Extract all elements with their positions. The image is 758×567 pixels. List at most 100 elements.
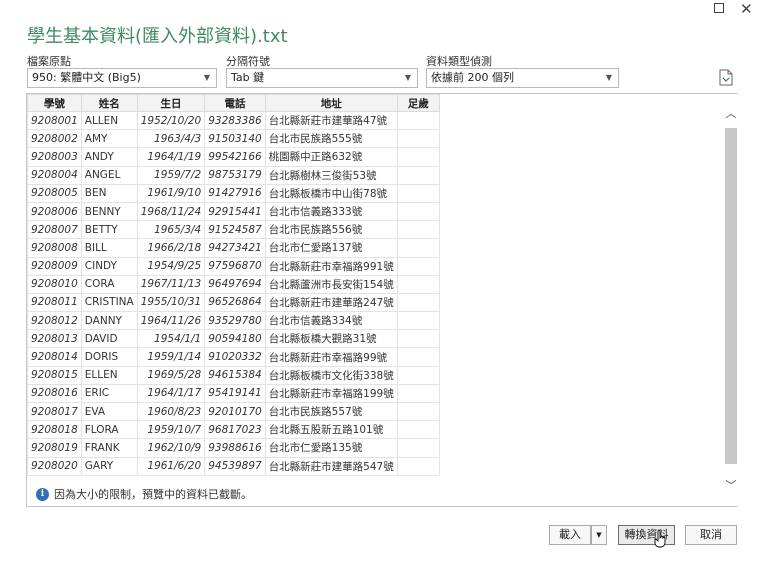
student-id-cell: 9208018 [27, 420, 82, 440]
table-row: 9208001 ALLEN 1952/10/20 93283386 台北縣新莊市建華路4… [27, 110, 440, 131]
address-cell: 台北縣蘆洲市長安街154號 [264, 274, 398, 294]
load-options-button[interactable]: ▼ [591, 525, 607, 545]
table-header-row: 學號 姓名 生日 電話 地址 足歲 [27, 94, 440, 112]
address-cell: 台北縣五股新五路101號 [264, 420, 398, 440]
transform-data-button[interactable]: 轉換資料 [618, 525, 675, 545]
preview-table: 學號 姓名 生日 電話 地址 足歲 9208001 ALLEN 1952/10/20… [27, 94, 440, 476]
table-row: 9208012 DANNY 1964/11/26 93529780 台北市信義路334號 [27, 311, 440, 331]
address-cell: 台北市仁愛路137號 [264, 238, 398, 258]
age-cell [396, 365, 440, 385]
address-cell: 台北市民族路557號 [264, 401, 398, 422]
address-cell: 桃園縣中正路632號 [264, 147, 398, 167]
type-detection-select[interactable]: 依據前 200 個列 ▼ [426, 68, 619, 88]
load-button[interactable]: 載入 [549, 525, 591, 545]
chevron-down-icon: ▼ [605, 73, 612, 82]
phone-cell: 96526864 [204, 292, 266, 313]
table-row: 9208005 BEN 1961/9/10 91427916 台北縣板橋市中山街78號 [27, 183, 440, 203]
address-cell: 台北市民族路555號 [264, 129, 398, 149]
age-cell [396, 183, 440, 203]
phone-cell: 91503140 [204, 129, 266, 149]
delimiter-select[interactable]: Tab 鍵 ▼ [226, 68, 418, 88]
name-cell: ANGEL [80, 165, 138, 185]
table-row: 9208019 FRANK 1962/10/9 93988616 台北市仁愛路135號 [27, 438, 440, 458]
address-cell: 台北縣板橋市中山街78號 [264, 183, 398, 203]
phone-cell: 93529780 [204, 311, 266, 331]
birthday-cell: 1964/1/19 [136, 147, 206, 167]
birthday-cell: 1960/8/23 [136, 401, 206, 422]
address-cell: 台北市民族路556號 [264, 220, 398, 240]
column-header: 地址 [264, 94, 398, 112]
age-cell [396, 129, 440, 149]
phone-cell: 93988616 [204, 438, 266, 458]
birthday-cell: 1962/10/9 [136, 438, 206, 458]
age-cell [396, 456, 440, 476]
birthday-cell: 1954/1/1 [136, 329, 206, 349]
file-origin-select[interactable]: 950: 繁體中文 (Big5) ▼ [27, 68, 217, 88]
birthday-cell: 1961/9/10 [136, 183, 206, 203]
address-cell: 台北縣樹林三俊街53號 [264, 165, 398, 185]
table-row: 9208004 ANGEL 1959/7/2 98753179 台北縣樹林三俊街53號 [27, 165, 440, 185]
student-id-cell: 9208019 [27, 438, 82, 458]
table-body: 9208001 ALLEN 1952/10/20 93283386 台北縣新莊市建華路4… [27, 110, 440, 476]
address-cell: 台北縣新莊市幸福路991號 [264, 256, 398, 276]
column-header: 姓名 [80, 94, 138, 112]
phone-cell: 98753179 [204, 165, 266, 185]
table-row: 9208014 DORIS 1959/1/14 91020332 台北縣新莊市幸福路99… [27, 347, 440, 367]
age-cell [396, 311, 440, 331]
age-cell [396, 201, 440, 222]
name-cell: DAVID [80, 329, 138, 349]
maximize-icon [714, 3, 724, 13]
student-id-cell: 9208007 [27, 220, 82, 240]
dialog-title: 學生基本資料(匯入外部資料).txt [27, 26, 288, 47]
cancel-button[interactable]: 取消 [685, 525, 737, 545]
table-row: 9208008 BILL 1966/2/18 94273421 台北市仁愛路137號 [27, 238, 440, 258]
student-id-cell: 9208005 [27, 183, 82, 203]
maximize-button[interactable] [714, 1, 724, 17]
table-row: 9208006 BENNY 1968/11/24 92915441 台北市信義路333號 [27, 201, 440, 222]
address-cell: 台北縣板橋市文化街338號 [264, 365, 398, 385]
phone-cell: 91020332 [204, 347, 266, 367]
birthday-cell: 1965/3/4 [136, 220, 206, 240]
vertical-scrollbar[interactable]: ︿ ﹀ [724, 94, 738, 506]
name-cell: BILL [80, 238, 138, 258]
phone-cell: 92915441 [204, 201, 266, 222]
phone-cell: 91427916 [204, 183, 266, 203]
address-cell: 台北市信義路333號 [264, 201, 398, 222]
file-preview-icon[interactable] [719, 69, 733, 86]
column-header: 生日 [136, 94, 206, 112]
table-row: 9208003 ANDY 1964/1/19 99542166 桃園縣中正路632號 [27, 147, 440, 167]
student-id-cell: 9208009 [27, 256, 82, 276]
name-cell: GARY [80, 456, 138, 476]
close-button[interactable]: ✕ [740, 0, 753, 18]
file-origin-label: 檔案原點 [27, 55, 71, 68]
name-cell: FRANK [80, 438, 138, 458]
chevron-down-icon: ▼ [404, 73, 411, 82]
student-id-cell: 9208002 [27, 129, 82, 149]
table-row: 9208016 ERIC 1964/1/17 95419141 台北縣新莊市幸福路199… [27, 383, 440, 404]
name-cell: AMY [80, 129, 138, 149]
name-cell: FLORA [80, 420, 138, 440]
age-cell [396, 347, 440, 367]
birthday-cell: 1964/11/26 [136, 311, 206, 331]
chevron-down-icon: ▼ [203, 73, 210, 82]
student-id-cell: 9208016 [27, 383, 82, 404]
name-cell: ERIC [80, 383, 138, 404]
birthday-cell: 1959/7/2 [136, 165, 206, 185]
table-row: 9208015 ELLEN 1969/5/28 94615384 台北縣板橋市文化街33… [27, 365, 440, 385]
name-cell: CORA [80, 274, 138, 294]
age-cell [396, 383, 440, 404]
scroll-up-icon[interactable]: ︿ [725, 108, 737, 120]
age-cell [396, 329, 440, 349]
name-cell: ELLEN [80, 365, 138, 385]
phone-cell: 93283386 [204, 110, 266, 131]
birthday-cell: 1961/6/20 [136, 456, 206, 476]
address-cell: 台北縣板橋大觀路31號 [264, 329, 398, 349]
name-cell: ALLEN [80, 110, 138, 131]
table-row: 9208010 CORA 1967/11/13 96497694 台北縣蘆洲市長安街15… [27, 274, 440, 294]
scrollbar-thumb[interactable] [725, 128, 737, 464]
table-row: 9208009 CINDY 1954/9/25 97596870 台北縣新莊市幸福路99… [27, 256, 440, 276]
student-id-cell: 9208004 [27, 165, 82, 185]
scroll-down-icon[interactable]: ﹀ [725, 480, 737, 492]
birthday-cell: 1966/2/18 [136, 238, 206, 258]
address-cell: 台北縣新莊市幸福路99號 [264, 347, 398, 367]
